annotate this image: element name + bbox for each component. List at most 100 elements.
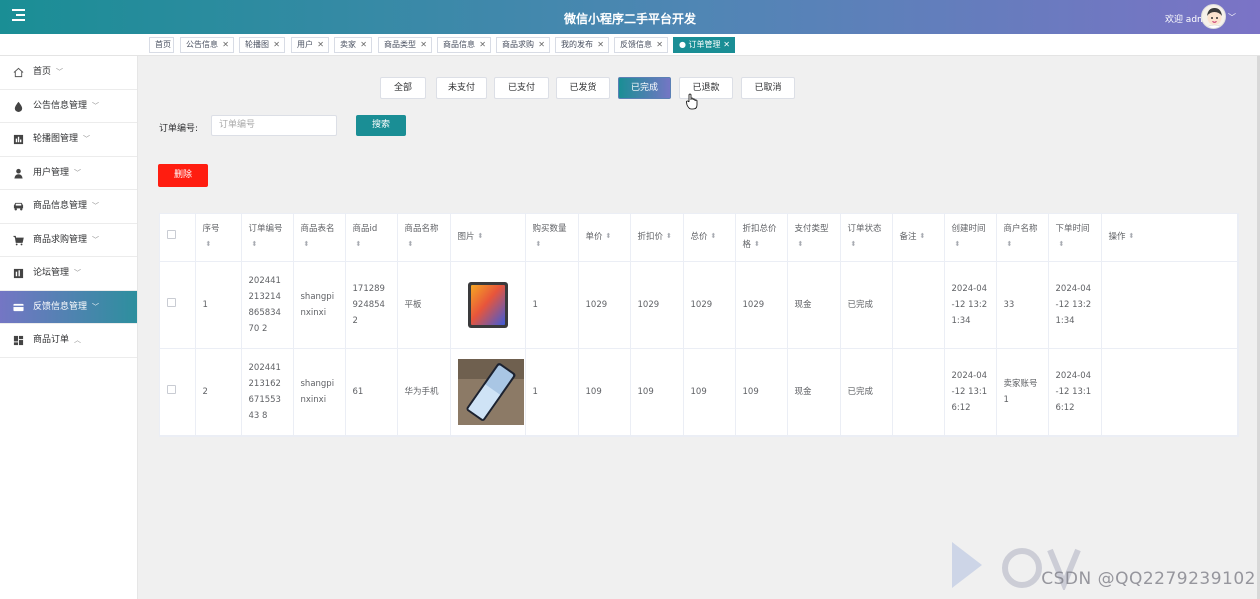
sort-icon[interactable]: ⬍ <box>408 241 414 248</box>
index-cell: 1 <box>195 261 242 349</box>
sidebar-item-carousel[interactable]: 轮播图管理 ﹀ <box>0 123 137 157</box>
search-button[interactable]: 搜索 <box>356 115 406 136</box>
column-header[interactable]: 订单编号 ⬍ <box>241 214 294 262</box>
filter-completed-button[interactable]: 已完成 <box>618 77 671 99</box>
column-header[interactable]: 商品名称 ⬍ <box>397 214 451 262</box>
sort-icon[interactable]: ⬍ <box>798 241 804 248</box>
filter-all-button[interactable]: 全部 <box>380 77 426 99</box>
delete-button[interactable]: 删除 <box>158 164 208 187</box>
column-header[interactable]: 折扣价 ⬍ <box>630 214 684 262</box>
sidebar-item-goods-info[interactable]: 商品信息管理 ﹀ <box>0 190 137 224</box>
sort-icon[interactable]: ⬍ <box>304 241 310 248</box>
tab-order-management[interactable]: ● 订单管理 ✕ <box>673 37 735 53</box>
sidebar-item-user[interactable]: 用户管理 ﹀ <box>0 157 137 190</box>
tab-user[interactable]: 用户 ✕ <box>291 37 329 53</box>
close-icon[interactable]: ✕ <box>273 38 280 52</box>
cart-icon <box>13 235 24 245</box>
sort-icon[interactable]: ⬍ <box>851 241 857 248</box>
close-icon[interactable]: ✕ <box>420 38 427 52</box>
sort-icon[interactable]: ⬍ <box>1129 233 1135 240</box>
column-header[interactable]: 商品id ⬍ <box>345 214 398 262</box>
close-icon[interactable]: ✕ <box>723 38 730 52</box>
sort-icon[interactable]: ⬍ <box>206 241 212 248</box>
filter-paid-button[interactable]: 已支付 <box>494 77 549 99</box>
column-header[interactable]: 总价 ⬍ <box>683 214 736 262</box>
row-checkbox[interactable] <box>167 384 176 394</box>
table-row[interactable]: 1 20244121321486583470 2 shangpinxinxi 1… <box>160 261 1238 349</box>
close-icon[interactable]: ✕ <box>222 38 229 52</box>
phone-image[interactable] <box>457 358 524 425</box>
total-cell: 1029 <box>683 261 736 349</box>
chevron-up-icon: ︿ <box>74 336 82 344</box>
tab-goods-info[interactable]: 商品信息 ✕ <box>437 37 491 53</box>
column-header[interactable]: 下单时间 ⬍ <box>1048 214 1102 262</box>
sidebar-item-home[interactable]: 首页 ﹀ <box>0 56 137 90</box>
column-header[interactable]: 订单状态 ⬍ <box>840 214 893 262</box>
tab-my-posts[interactable]: 我的发布 ✕ <box>555 37 609 53</box>
close-icon[interactable]: ✕ <box>597 38 604 52</box>
row-checkbox[interactable] <box>167 297 176 307</box>
column-header[interactable]: 创建时间 ⬍ <box>944 214 997 262</box>
tab-goods-type[interactable]: 商品类型 ✕ <box>378 37 432 53</box>
sort-icon[interactable]: ⬍ <box>711 233 717 240</box>
close-icon[interactable]: ✕ <box>360 38 367 52</box>
tab-label: 用户 <box>297 40 313 49</box>
sidebar-item-goods-request[interactable]: 商品求购管理 ﹀ <box>0 224 137 257</box>
sort-icon[interactable]: ⬍ <box>606 233 612 240</box>
sort-icon[interactable]: ⬍ <box>920 233 926 240</box>
row-select-cell <box>160 348 196 436</box>
order-time-cell: 2024-04-12 13:16:12 <box>1048 348 1102 436</box>
tab-carousel[interactable]: 轮播图 ✕ <box>239 37 285 53</box>
column-header[interactable]: 折扣总价格 ⬍ <box>735 214 788 262</box>
sort-icon[interactable]: ⬍ <box>754 241 760 248</box>
filter-unpaid-button[interactable]: 未支付 <box>436 77 487 99</box>
sidebar-item-notice[interactable]: 公告信息管理 ﹀ <box>0 90 137 123</box>
tab-notice[interactable]: 公告信息 ✕ <box>180 37 234 53</box>
sort-icon[interactable]: ⬍ <box>536 241 542 248</box>
tab-seller[interactable]: 卖家 ✕ <box>334 37 372 53</box>
user-icon <box>14 168 23 179</box>
filter-cancelled-button[interactable]: 已取消 <box>741 77 795 99</box>
price-cell: 1029 <box>578 261 631 349</box>
close-icon[interactable]: ✕ <box>538 38 545 52</box>
chart-icon <box>13 134 24 145</box>
column-header[interactable]: 图片 ⬍ <box>450 214 526 262</box>
close-icon[interactable]: ✕ <box>656 38 663 52</box>
order-no-cell: 20244121316267155343 8 <box>241 348 294 436</box>
sidebar-item-label: 用户管理 <box>33 167 70 178</box>
sidebar-item-forum[interactable]: 论坛管理 ﹀ <box>0 257 137 291</box>
column-header[interactable]: 备注 ⬍ <box>892 214 945 262</box>
close-icon[interactable]: ✕ <box>317 38 324 52</box>
tab-feedback[interactable]: 反馈信息 ✕ <box>614 37 668 53</box>
sort-icon[interactable]: ⬍ <box>1059 241 1065 248</box>
sort-icon[interactable]: ⬍ <box>666 233 672 240</box>
column-header[interactable]: 商品表名 ⬍ <box>293 214 346 262</box>
column-header[interactable]: 操作 ⬍ <box>1101 214 1238 262</box>
merchant-cell: 33 <box>996 261 1049 349</box>
chevron-down-icon[interactable]: ﹀ <box>1228 12 1236 23</box>
tab-home[interactable]: 首页 <box>149 37 174 53</box>
sort-icon[interactable]: ⬍ <box>356 241 362 248</box>
tab-goods-request[interactable]: 商品求购 ✕ <box>496 37 550 53</box>
avatar[interactable] <box>1201 4 1226 29</box>
sidebar-item-goods-order[interactable]: 商品订单 ︿ <box>0 324 137 358</box>
sort-icon[interactable]: ⬍ <box>1007 241 1013 248</box>
column-header[interactable]: 商户名称 ⬍ <box>996 214 1049 262</box>
select-all-checkbox[interactable] <box>167 230 176 240</box>
tablet-image[interactable] <box>467 281 509 329</box>
sort-icon[interactable]: ⬍ <box>955 241 961 248</box>
sort-icon[interactable]: ⬍ <box>252 241 258 248</box>
close-icon[interactable]: ✕ <box>479 38 486 52</box>
filter-shipped-button[interactable]: 已发货 <box>556 77 610 99</box>
sidebar-item-feedback[interactable]: 反馈信息管理 ﹀ <box>0 290 137 324</box>
column-label: 备注 <box>899 232 917 243</box>
table-row[interactable]: 2 20244121316267155343 8 shangpinxinxi 6… <box>160 348 1238 436</box>
created-time-cell: 2024-04-12 13:16:12 <box>944 348 997 436</box>
column-header[interactable]: 序号 ⬍ <box>195 214 242 262</box>
sort-icon[interactable]: ⬍ <box>478 233 484 240</box>
column-header[interactable]: 单价 ⬍ <box>578 214 631 262</box>
chevron-down-icon: ﹀ <box>56 68 64 76</box>
column-header[interactable]: 购买数量 ⬍ <box>525 214 579 262</box>
order-no-input[interactable]: 订单编号 <box>211 115 337 136</box>
column-header[interactable]: 支付类型 ⬍ <box>787 214 841 262</box>
